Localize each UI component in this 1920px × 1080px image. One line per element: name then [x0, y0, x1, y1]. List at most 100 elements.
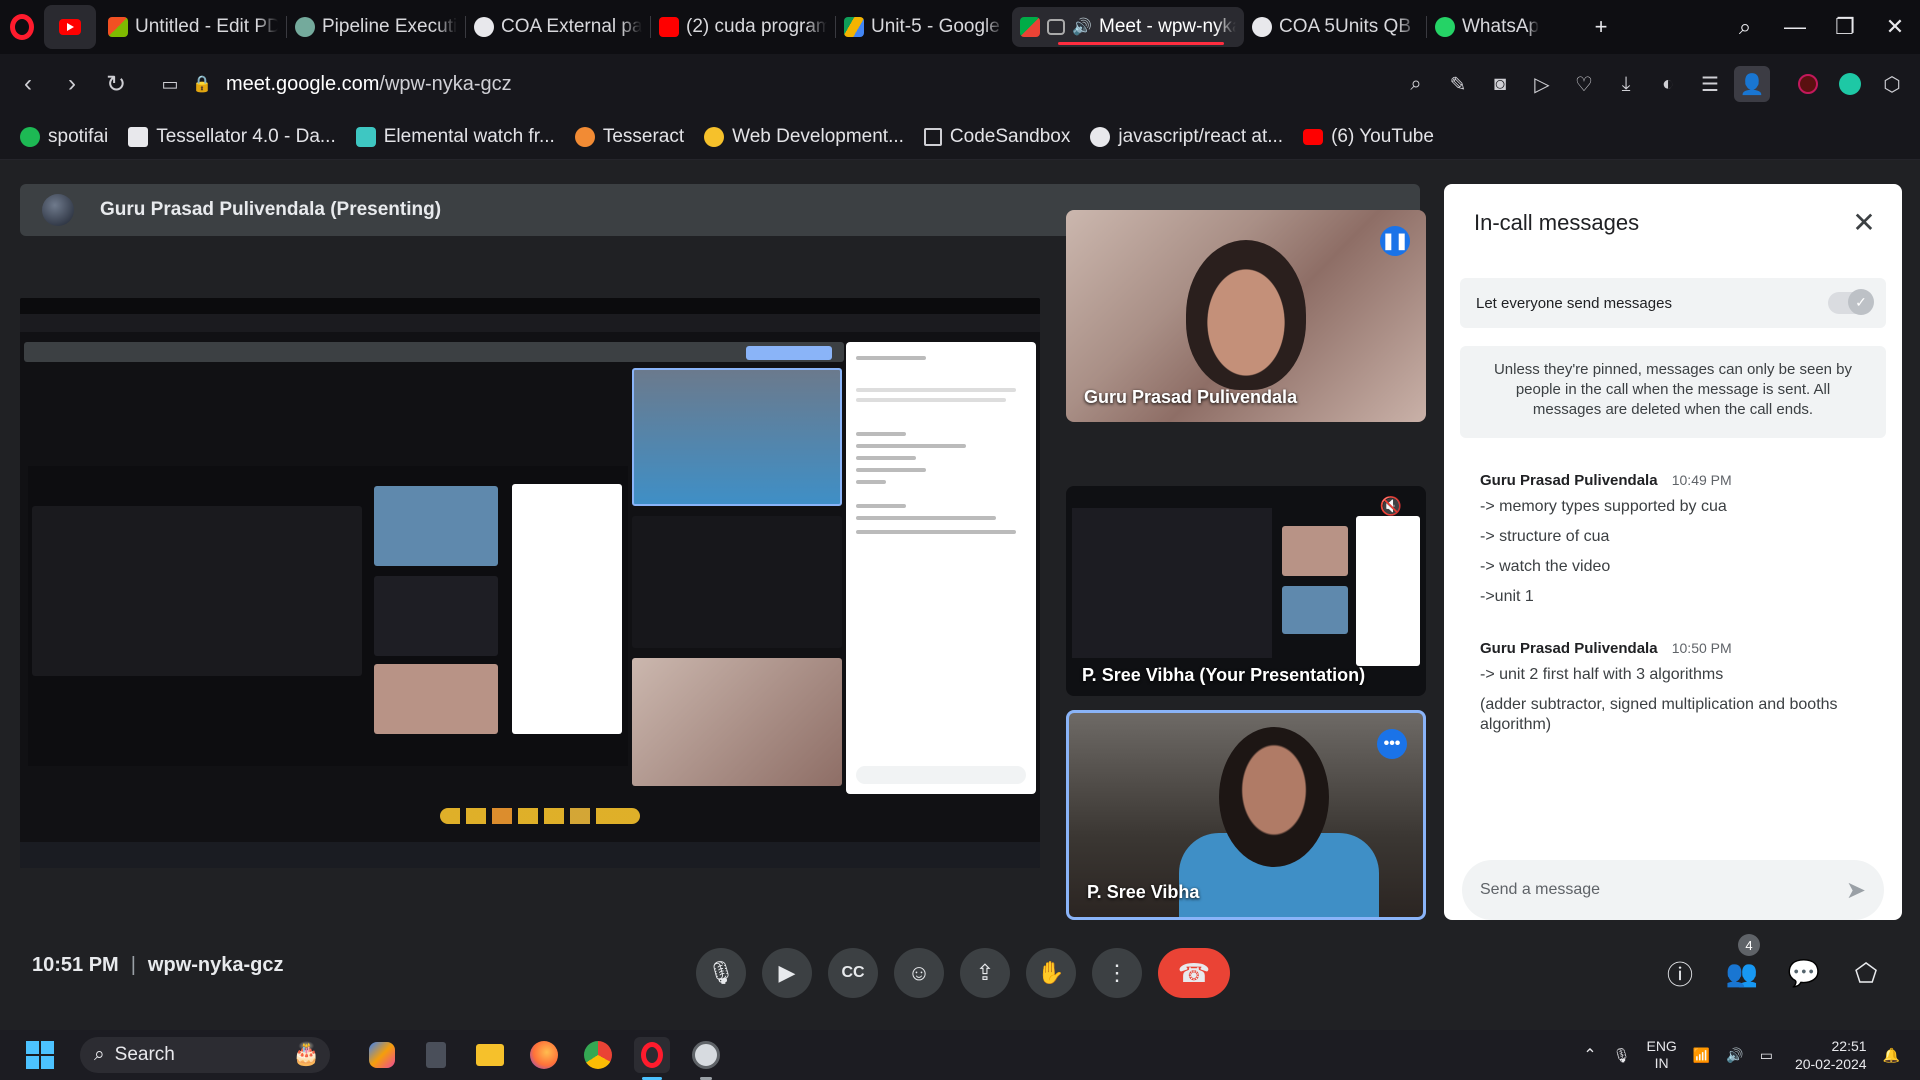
tab-search-icon[interactable]: ⌕	[1720, 0, 1770, 54]
camera-indicator-icon[interactable]: ▭	[148, 62, 192, 106]
tessellator-icon	[128, 126, 149, 147]
meeting-details-icon[interactable]: ⓘ	[1656, 948, 1704, 998]
edit-icon[interactable]: ✎	[1440, 66, 1476, 102]
globe-icon	[1252, 17, 1272, 37]
microphone-icon[interactable]: 🎙	[696, 948, 746, 998]
bookmark-codesandbox[interactable]: CodeSandbox	[923, 126, 1070, 148]
tab-google-drive[interactable]: Unit-5 - Google Drive	[836, 7, 1012, 47]
close-icon[interactable]: ✕	[1848, 206, 1880, 238]
nested-share-tile-2	[374, 576, 498, 656]
clock-time: 22:51	[1831, 1038, 1867, 1054]
send-to-icon[interactable]: ▷	[1524, 66, 1560, 102]
url-field[interactable]: meet.google.com/wpw-nyka-gcz	[226, 73, 512, 96]
tab-coa-external[interactable]: COA External paper	[466, 7, 650, 47]
chrome-icon[interactable]	[580, 1037, 616, 1073]
heart-icon[interactable]: ♡	[1566, 66, 1602, 102]
reload-icon[interactable]: ↻	[94, 62, 138, 106]
bookmark-tesseract[interactable]: Tesseract	[574, 126, 684, 148]
emoji-reaction-icon[interactable]: ☺	[894, 948, 944, 998]
participant-tile-guru[interactable]: ❚❚ Guru Prasad Pulivendala	[1066, 210, 1426, 422]
lens-search-icon[interactable]: ⌕	[1398, 66, 1434, 102]
close-window-icon[interactable]: ✕	[1870, 0, 1920, 54]
message-header: Guru Prasad Pulivendala 10:50 PM	[1480, 640, 1880, 657]
search-label: Search	[114, 1044, 175, 1065]
extension-a-icon[interactable]	[1832, 66, 1868, 102]
message-time: 10:49 PM	[1671, 472, 1732, 488]
battery-saver-icon[interactable]: ◐	[1650, 66, 1686, 102]
chat-icon[interactable]: 💬	[1780, 948, 1828, 998]
more-options-icon[interactable]: ⋮	[1092, 948, 1142, 998]
bookmark-github-react[interactable]: javascript/react at...	[1090, 126, 1283, 148]
copilot-icon[interactable]	[364, 1037, 400, 1073]
shared-chat-line	[856, 388, 1016, 392]
pip-icon[interactable]	[1047, 19, 1065, 35]
taskbar-search[interactable]: ⌕ Search 🎂	[80, 1037, 330, 1073]
easy-setup-icon[interactable]: ☰	[1692, 66, 1728, 102]
bookmark-elemental-watch[interactable]: Elemental watch fr...	[355, 126, 555, 148]
camera-icon[interactable]: ▶	[762, 948, 812, 998]
notifications-icon[interactable]: 🔔	[1883, 1047, 1900, 1064]
raise-hand-icon[interactable]: ✋	[1026, 948, 1076, 998]
shared-chat-input	[856, 766, 1026, 784]
lock-icon[interactable]: 🔒	[192, 62, 212, 106]
back-icon[interactable]: ‹	[6, 62, 50, 106]
bookmark-youtube[interactable]: (6) YouTube	[1303, 126, 1434, 148]
message-line: -> memory types supported by cua	[1480, 498, 1727, 515]
tab-pipeline-execution[interactable]: Pipeline Execution	[287, 7, 465, 47]
tab-coa-qb[interactable]: COA 5Units QB Final	[1244, 7, 1426, 47]
address-bar: ‹ › ↻ ▭ 🔒 meet.google.com/wpw-nyka-gcz ⌕…	[0, 54, 1920, 114]
restore-icon[interactable]: ❐	[1820, 0, 1870, 54]
shared-chat-line	[856, 516, 996, 520]
shared-reaction-bar	[440, 808, 640, 824]
message-input[interactable]	[1480, 881, 1810, 899]
extensions-cube-icon[interactable]: ⬡	[1874, 66, 1910, 102]
present-screen-icon[interactable]: ⇪	[960, 948, 1010, 998]
wifi-icon[interactable]: 📶	[1693, 1047, 1710, 1064]
profile-icon[interactable]: 👤	[1734, 66, 1770, 102]
nested-video-tile-2	[374, 664, 498, 734]
tab-whatsapp[interactable]: WhatsApp	[1427, 7, 1547, 47]
screen-share-view[interactable]	[20, 298, 1040, 868]
snipping-tool-icon[interactable]	[688, 1037, 724, 1080]
participant-tile-sree[interactable]: ••• P. Sree Vibha	[1066, 710, 1426, 920]
file-explorer-icon[interactable]	[472, 1037, 508, 1073]
tab-cuda-youtube[interactable]: (2) cuda programming	[651, 7, 835, 47]
pinned-youtube-tab[interactable]	[44, 5, 96, 49]
more-options-icon[interactable]: •••	[1377, 729, 1407, 759]
captions-icon[interactable]: CC	[828, 948, 878, 998]
speaking-indicator-icon: ❚❚	[1380, 226, 1410, 256]
calculator-icon[interactable]	[418, 1037, 454, 1073]
bookmark-web-development[interactable]: Web Development...	[704, 126, 904, 148]
bookmark-spotifai[interactable]: spotifai	[20, 126, 108, 148]
leave-call-icon[interactable]: ☎	[1158, 948, 1230, 998]
search-icon: ⌕	[94, 1044, 105, 1065]
snapshot-icon[interactable]: ◙	[1482, 66, 1518, 102]
in-call-messages-panel: In-call messages ✕ Let everyone send mes…	[1444, 184, 1902, 920]
extension-ring-icon[interactable]	[1790, 66, 1826, 102]
people-icon[interactable]: 👥 4	[1718, 934, 1766, 998]
opera-icon[interactable]	[634, 1037, 670, 1080]
tab-edit-pdf[interactable]: Untitled - Edit PDF	[100, 7, 286, 47]
battery-icon[interactable]: ▭	[1760, 1047, 1773, 1064]
opera-logo-icon[interactable]	[0, 0, 44, 54]
windows-start-icon[interactable]	[26, 1041, 54, 1069]
language-indicator[interactable]: ENG IN	[1646, 1038, 1676, 1072]
shared-addressbar	[20, 314, 1040, 332]
download-icon[interactable]: ⤓	[1608, 66, 1644, 102]
bookmark-tessellator[interactable]: Tessellator 4.0 - Da...	[128, 126, 336, 148]
firefox-icon[interactable]	[526, 1037, 562, 1073]
clock-date: 20-02-2024	[1794, 1056, 1867, 1072]
tab-google-meet[interactable]: 🔊 Meet - wpw-nyka-gcz	[1012, 7, 1244, 47]
forward-icon[interactable]: ›	[50, 62, 94, 106]
send-icon[interactable]: ➤	[1846, 876, 1866, 905]
minimize-icon[interactable]: —	[1770, 0, 1820, 54]
volume-icon[interactable]: 🔊	[1726, 1047, 1743, 1064]
system-clock[interactable]: 22:51 20-02-2024	[1795, 1037, 1867, 1073]
new-tab-button[interactable]: +	[1581, 0, 1621, 54]
speaker-icon[interactable]: 🔊	[1072, 17, 1092, 37]
participant-tile-presentation[interactable]: 🔇 P. Sree Vibha (Your Presentation)	[1066, 486, 1426, 696]
let-everyone-send-toggle[interactable]	[1828, 289, 1874, 315]
chevron-up-icon[interactable]: ⌃	[1583, 1045, 1596, 1065]
microphone-in-use-icon[interactable]: 🎙	[1613, 1047, 1631, 1064]
activities-icon[interactable]: ⬠	[1842, 948, 1890, 998]
